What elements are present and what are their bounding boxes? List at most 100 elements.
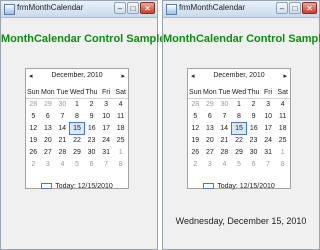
calendar-day[interactable]: 1: [113, 147, 128, 159]
calendar-day[interactable]: 11: [113, 111, 128, 123]
calendar-day[interactable]: 2: [26, 159, 41, 171]
calendar-day[interactable]: 3: [203, 159, 218, 171]
calendar-day[interactable]: 22: [70, 135, 85, 147]
calendar-day[interactable]: 2: [246, 99, 261, 111]
calendar-day[interactable]: 1: [232, 99, 247, 111]
minimize-icon[interactable]: –: [114, 2, 126, 14]
calendar-day[interactable]: 26: [188, 147, 203, 159]
calendar-day[interactable]: 15: [231, 122, 247, 135]
calendar-day[interactable]: 28: [26, 99, 41, 111]
calendar-day[interactable]: 29: [70, 147, 85, 159]
calendar-day[interactable]: 2: [84, 99, 99, 111]
calendar-day[interactable]: 9: [84, 111, 99, 123]
calendar-day[interactable]: 3: [99, 99, 114, 111]
calendar-day[interactable]: 21: [55, 135, 70, 147]
calendar-day[interactable]: 21: [217, 135, 232, 147]
calendar-day[interactable]: 12: [26, 123, 41, 135]
month-calendar[interactable]: ◂ December, 2010 ▸ Sun Mon Tue Wed Thu Fri Sat…: [187, 68, 291, 191]
calendar-day[interactable]: 1: [275, 147, 290, 159]
calendar-day[interactable]: 5: [188, 111, 203, 123]
window-titlebar[interactable]: frmMonthCalendar – □ ✕: [1, 1, 157, 18]
calendar-day[interactable]: 6: [246, 159, 261, 171]
calendar-day[interactable]: 10: [261, 111, 276, 123]
calendar-day[interactable]: 17: [261, 123, 276, 135]
month-label[interactable]: December, 2010: [188, 72, 290, 79]
calendar-day[interactable]: 5: [232, 159, 247, 171]
calendar-day[interactable]: 23: [84, 135, 99, 147]
calendar-day[interactable]: 7: [217, 111, 232, 123]
month-calendar[interactable]: ◂ December, 2010 ▸ Sun Mon Tue Wed Thu Fri Sat…: [25, 68, 129, 191]
chevron-right-icon[interactable]: ▸: [121, 71, 125, 83]
calendar-day[interactable]: 4: [217, 159, 232, 171]
calendar-day[interactable]: 26: [26, 147, 41, 159]
calendar-day[interactable]: 18: [113, 123, 128, 135]
calendar-day[interactable]: 12: [188, 123, 203, 135]
calendar-day[interactable]: 8: [232, 111, 247, 123]
calendar-day[interactable]: 6: [41, 111, 56, 123]
calendar-day[interactable]: 23: [246, 135, 261, 147]
calendar-day[interactable]: 15: [69, 122, 85, 135]
maximize-icon[interactable]: □: [127, 2, 139, 14]
calendar-day[interactable]: 11: [275, 111, 290, 123]
calendar-day[interactable]: 19: [26, 135, 41, 147]
calendar-day[interactable]: 2: [188, 159, 203, 171]
calendar-day[interactable]: 28: [217, 147, 232, 159]
calendar-day[interactable]: 27: [41, 147, 56, 159]
calendar-day[interactable]: 1: [70, 99, 85, 111]
close-icon[interactable]: ✕: [302, 2, 317, 14]
calendar-day[interactable]: 31: [261, 147, 276, 159]
calendar-day[interactable]: 29: [232, 147, 247, 159]
calendar-day[interactable]: 8: [113, 159, 128, 171]
minimize-icon[interactable]: –: [276, 2, 288, 14]
calendar-day[interactable]: 18: [275, 123, 290, 135]
close-icon[interactable]: ✕: [140, 2, 155, 14]
calendar-day[interactable]: 5: [70, 159, 85, 171]
calendar-day[interactable]: 22: [232, 135, 247, 147]
calendar-day[interactable]: 25: [113, 135, 128, 147]
calendar-day[interactable]: 24: [261, 135, 276, 147]
calendar-day[interactable]: 9: [246, 111, 261, 123]
calendar-day[interactable]: 17: [99, 123, 114, 135]
calendar-day[interactable]: 13: [41, 123, 56, 135]
calendar-day[interactable]: 16: [246, 123, 261, 135]
today-link[interactable]: Today: 12/15/2010: [188, 181, 290, 191]
calendar-day[interactable]: 20: [41, 135, 56, 147]
today-link[interactable]: Today: 12/15/2010: [26, 181, 128, 191]
calendar-day[interactable]: 30: [246, 147, 261, 159]
calendar-day[interactable]: 29: [41, 99, 56, 111]
calendar-day[interactable]: 14: [217, 123, 232, 135]
calendar-day[interactable]: 29: [203, 99, 218, 111]
calendar-day[interactable]: 6: [203, 111, 218, 123]
calendar-day[interactable]: 30: [55, 99, 70, 111]
calendar-day[interactable]: 7: [55, 111, 70, 123]
calendar-day[interactable]: 30: [217, 99, 232, 111]
window-titlebar[interactable]: frmMonthCalendar – □ ✕: [163, 1, 319, 18]
calendar-day[interactable]: 28: [55, 147, 70, 159]
calendar-day[interactable]: 5: [26, 111, 41, 123]
calendar-day[interactable]: 4: [113, 99, 128, 111]
calendar-day[interactable]: 3: [41, 159, 56, 171]
calendar-day[interactable]: 7: [99, 159, 114, 171]
calendar-day[interactable]: 13: [203, 123, 218, 135]
calendar-day[interactable]: 14: [55, 123, 70, 135]
calendar-day[interactable]: 6: [84, 159, 99, 171]
month-label[interactable]: December, 2010: [26, 72, 128, 79]
chevron-right-icon[interactable]: ▸: [283, 71, 287, 83]
calendar-day[interactable]: 24: [99, 135, 114, 147]
calendar-day[interactable]: 8: [70, 111, 85, 123]
calendar-day[interactable]: 4: [55, 159, 70, 171]
calendar-day[interactable]: 3: [261, 99, 276, 111]
calendar-day[interactable]: 8: [275, 159, 290, 171]
calendar-day[interactable]: 28: [188, 99, 203, 111]
calendar-day[interactable]: 27: [203, 147, 218, 159]
calendar-day[interactable]: 7: [261, 159, 276, 171]
calendar-day[interactable]: 31: [99, 147, 114, 159]
calendar-day[interactable]: 30: [84, 147, 99, 159]
calendar-day[interactable]: 20: [203, 135, 218, 147]
calendar-day[interactable]: 19: [188, 135, 203, 147]
maximize-icon[interactable]: □: [289, 2, 301, 14]
calendar-day[interactable]: 16: [84, 123, 99, 135]
calendar-day[interactable]: 10: [99, 111, 114, 123]
calendar-day[interactable]: 4: [275, 99, 290, 111]
calendar-day[interactable]: 25: [275, 135, 290, 147]
